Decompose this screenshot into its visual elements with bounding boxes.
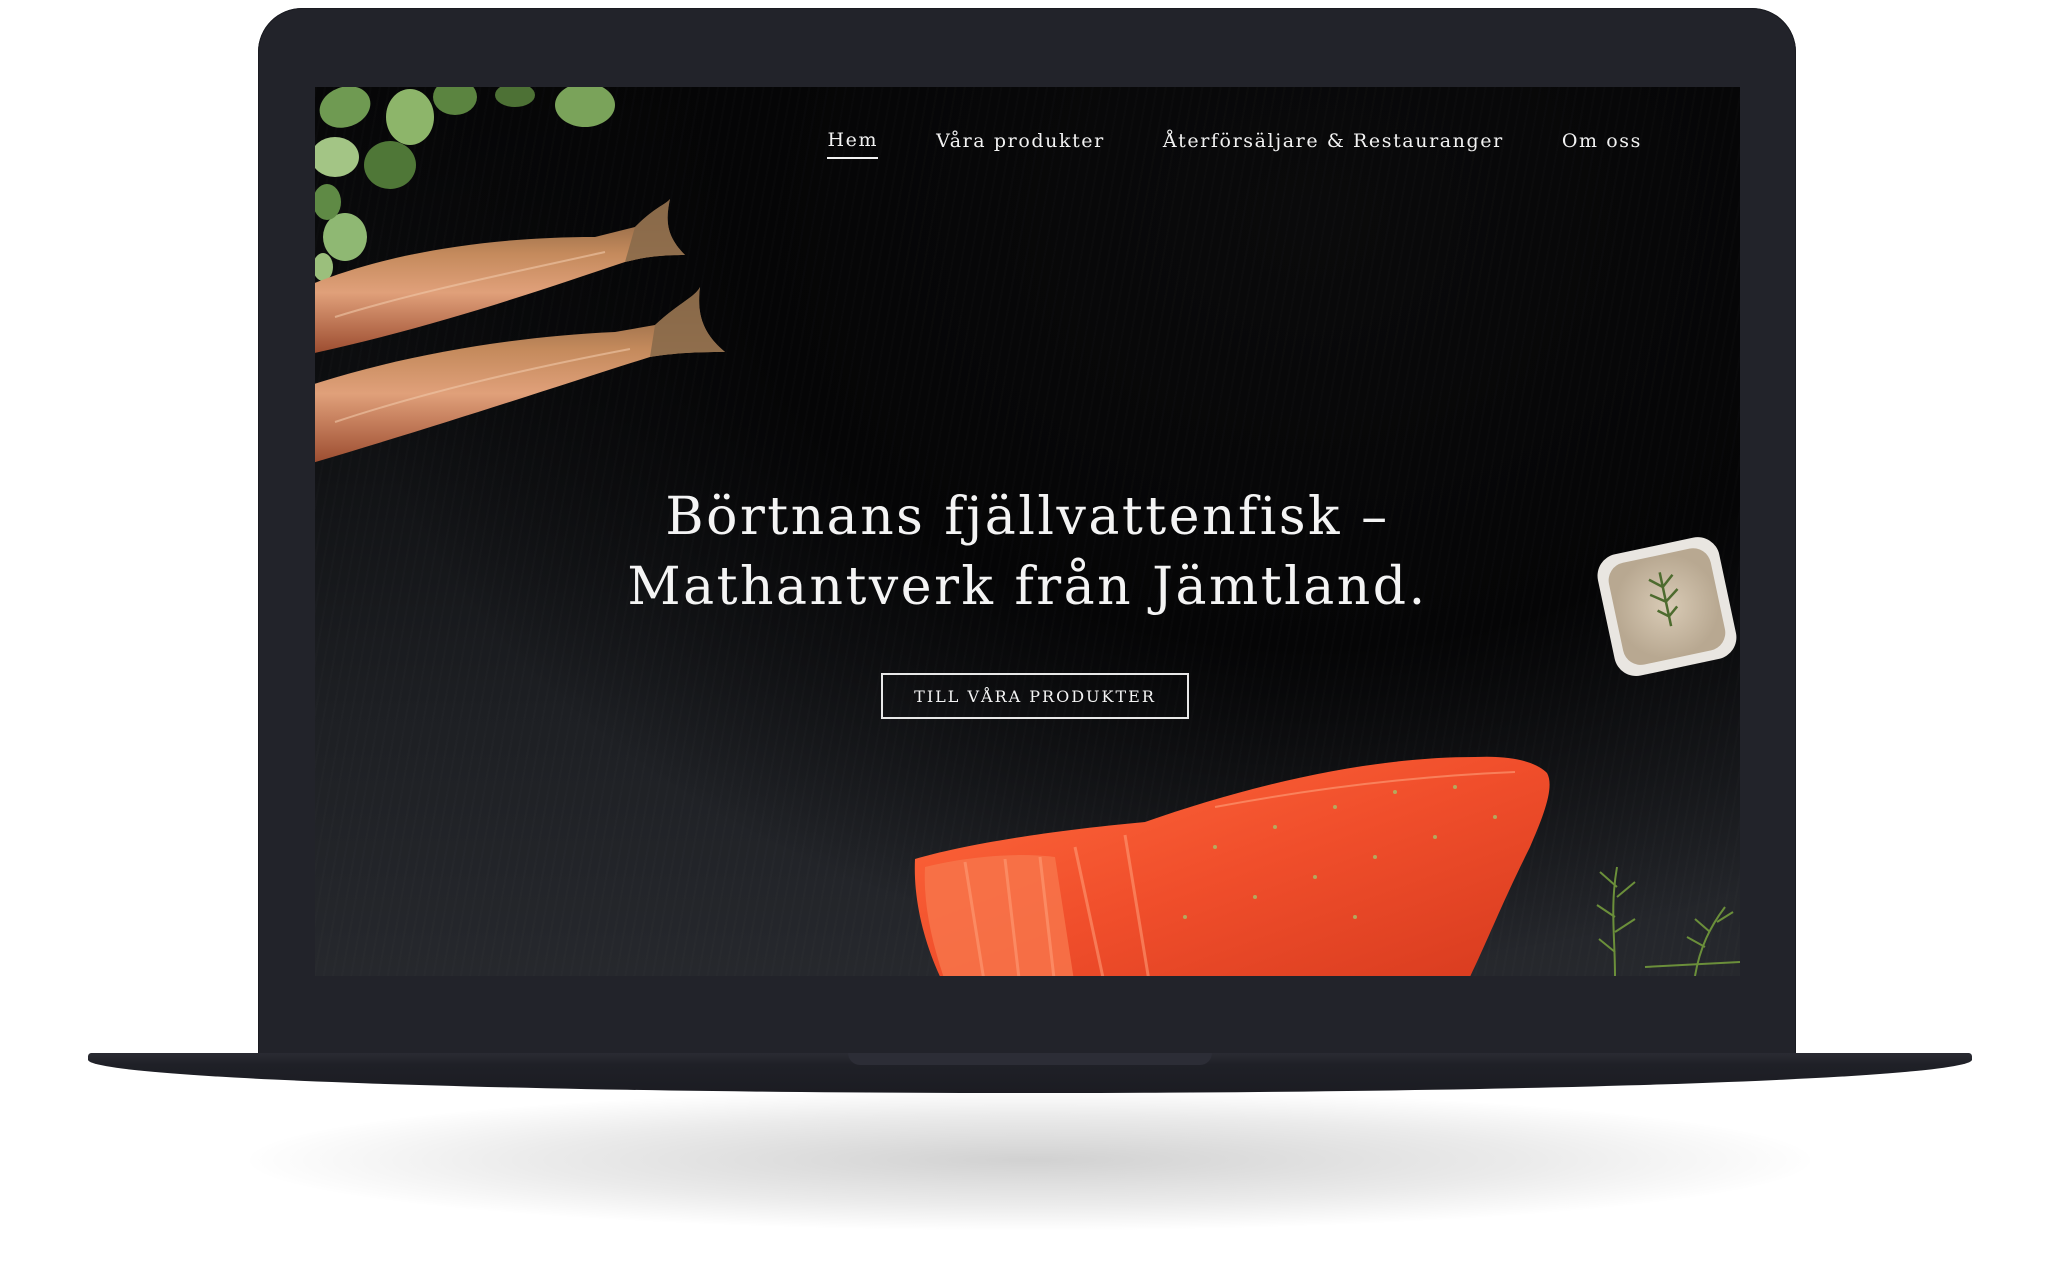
hero-title-line-1: Börtnans fjällvattenfisk –: [665, 487, 1390, 547]
nav-item-hem[interactable]: Hem: [827, 129, 879, 159]
nav-item-aterforsaljare-restauranger[interactable]: Återförsäljare & Restauranger: [1163, 130, 1504, 158]
products-cta-button[interactable]: TILL VÅRA PRODUKTER: [881, 673, 1189, 719]
laptop-mockup-notch: [848, 1053, 1212, 1065]
laptop-shadow: [250, 1090, 1810, 1230]
nav-item-om-oss[interactable]: Om oss: [1562, 130, 1642, 158]
salmon-fillet: [914, 756, 1550, 976]
dill-sprigs: [1596, 866, 1740, 976]
website-screen: Hem Våra produkter Återförsäljare & Rest…: [315, 87, 1740, 976]
hero-title: Börtnans fjällvattenfisk – Mathantverk f…: [315, 482, 1740, 622]
nav-item-vara-produkter[interactable]: Våra produkter: [936, 130, 1105, 158]
hero-title-line-2: Mathantverk från Jämtland.: [627, 557, 1428, 617]
main-navigation: Hem Våra produkter Återförsäljare & Rest…: [827, 129, 1642, 159]
